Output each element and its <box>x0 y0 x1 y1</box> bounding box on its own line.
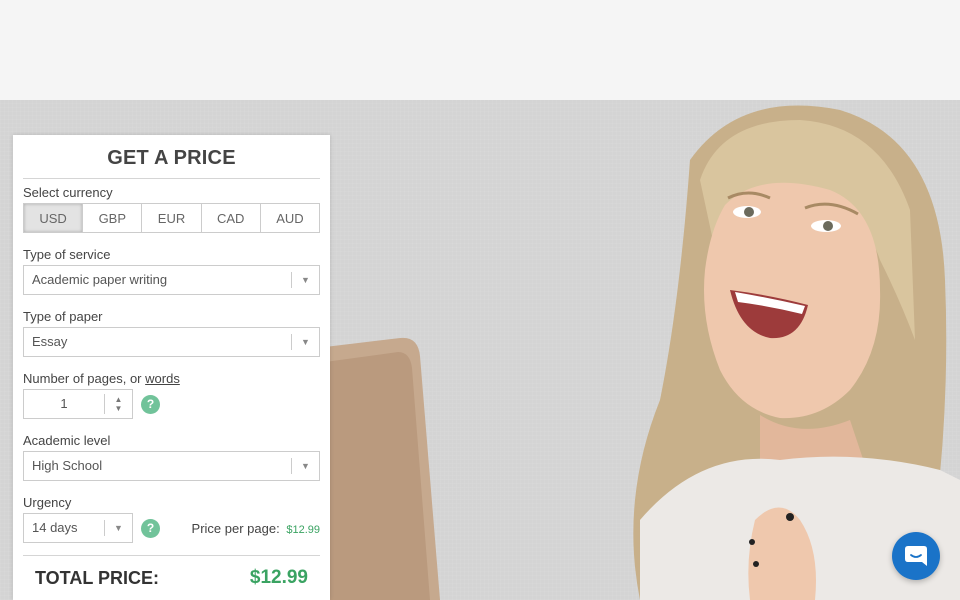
level-value: High School <box>32 458 103 473</box>
pages-row: 1 ▲ ▼ ? <box>23 389 320 419</box>
paper-select[interactable]: Essay ▼ <box>23 327 320 357</box>
top-header-area <box>0 0 960 100</box>
chat-button[interactable] <box>892 532 940 580</box>
pages-help-icon[interactable]: ? <box>141 394 160 414</box>
pages-label: Number of pages, or words <box>23 369 320 389</box>
urgency-select[interactable]: 14 days ▼ <box>23 513 133 543</box>
service-select[interactable]: Academic paper writing ▼ <box>23 265 320 295</box>
service-label: Type of service <box>23 247 111 262</box>
price-per-page: Price per page: $12.99 <box>192 521 320 536</box>
currency-eur-button[interactable]: EUR <box>141 204 201 232</box>
chevron-down-icon: ▼ <box>104 520 132 536</box>
urgency-value: 14 days <box>32 520 78 535</box>
currency-usd-button[interactable]: USD <box>24 204 83 232</box>
total-price-value: $12.99 <box>249 567 308 588</box>
pages-stepper[interactable]: 1 ▲ ▼ <box>23 389 133 419</box>
chat-icon <box>905 546 927 566</box>
paper-label: Type of paper <box>23 309 103 324</box>
level-select[interactable]: High School ▼ <box>23 451 320 481</box>
total-price-label: TOTAL PRICE: <box>35 567 160 588</box>
calculator-title: GET A PRICE <box>23 135 320 179</box>
paper-value: Essay <box>32 334 68 349</box>
level-label: Academic level <box>23 433 111 448</box>
urgency-label: Urgency <box>23 495 72 510</box>
chevron-down-icon: ▼ <box>291 272 319 288</box>
pages-label-text: Number of pages, or <box>23 371 142 386</box>
urgency-help-icon[interactable]: ? <box>141 518 160 538</box>
price-per-page-value: $12.99 <box>286 523 320 536</box>
price-calculator: GET A PRICE Select currency USD GBP EUR … <box>13 135 330 600</box>
up-down-arrows-icon[interactable]: ▲ ▼ <box>104 394 132 414</box>
chevron-down-icon: ▼ <box>291 334 319 350</box>
urgency-row: 14 days ▼ ? Price per page: $12.99 <box>23 513 320 543</box>
currency-aud-button[interactable]: AUD <box>259 204 320 232</box>
total-row: TOTAL PRICE: $12.99 <box>23 556 320 600</box>
service-value: Academic paper writing <box>32 272 168 287</box>
price-per-page-label: Price per page: <box>191 520 280 536</box>
currency-cad-button[interactable]: CAD <box>200 204 260 232</box>
pages-value: 1 <box>60 396 68 411</box>
currency-selector: USD GBP EUR CAD AUD <box>23 203 320 233</box>
currency-label: Select currency <box>23 185 113 200</box>
words-link[interactable]: words <box>145 371 180 386</box>
currency-gbp-button[interactable]: GBP <box>82 204 142 232</box>
chevron-down-icon: ▼ <box>291 458 319 474</box>
